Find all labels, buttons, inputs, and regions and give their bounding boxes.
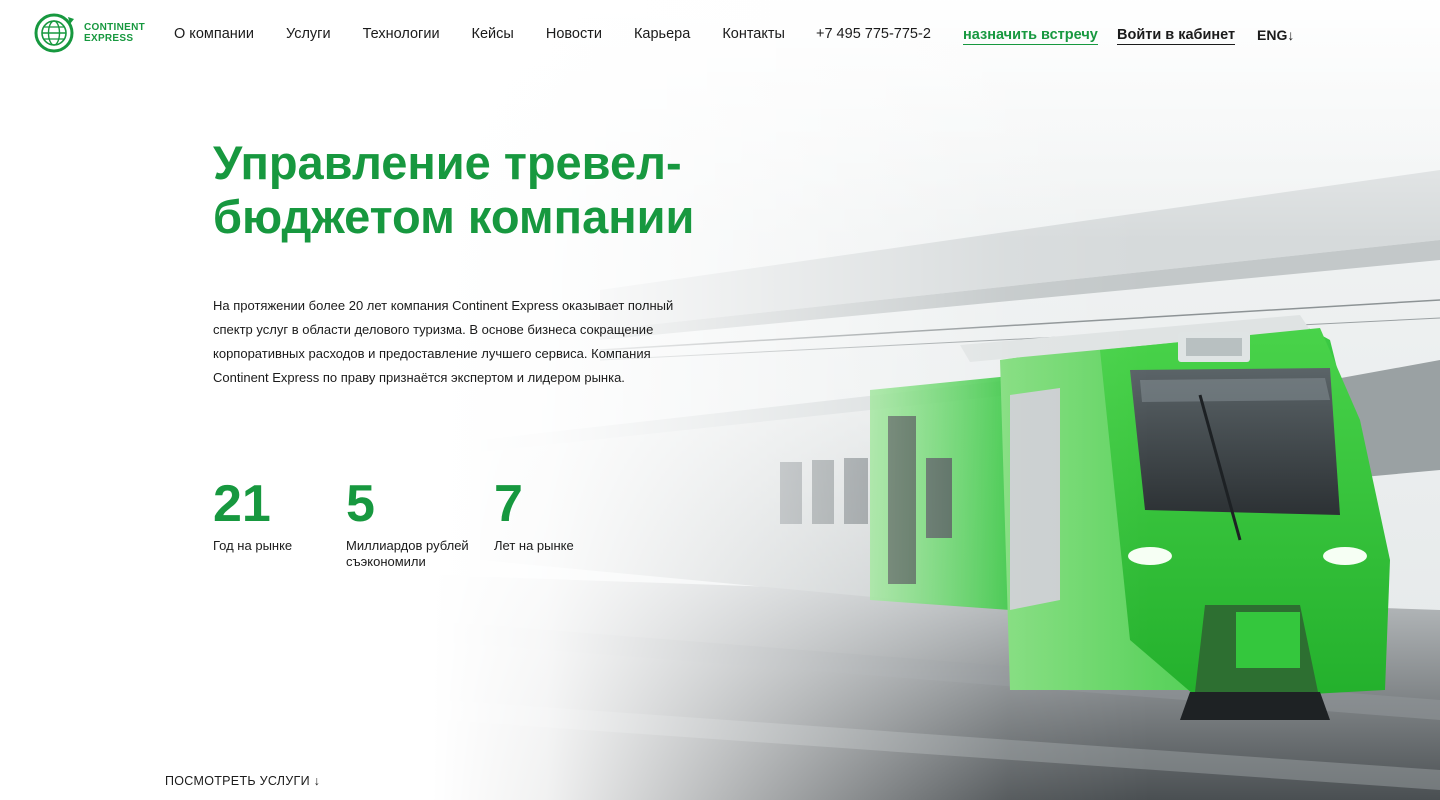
nav-item-about[interactable]: О компании <box>174 26 254 42</box>
login-link[interactable]: Войти в кабинет <box>1117 27 1236 45</box>
logo-line-2: EXPRESS <box>84 33 134 44</box>
schedule-meeting-link[interactable]: назначить встречу <box>963 27 1098 45</box>
hero-section: Управление тревел- бюджетом компании На … <box>213 136 773 390</box>
globe-logo-icon <box>34 13 74 53</box>
logo-line-1: CONTINENT <box>84 22 146 33</box>
nav-item-career[interactable]: Карьера <box>634 26 690 42</box>
nav-item-services[interactable]: Услуги <box>286 26 331 42</box>
nav-item-technologies[interactable]: Технологии <box>363 26 440 42</box>
hero-description: На протяжении более 20 лет компания Cont… <box>213 298 674 385</box>
train-illustration <box>0 0 1440 800</box>
nav-item-cases[interactable]: Кейсы <box>472 26 514 42</box>
logo[interactable]: CONTINENT EXPRESS <box>32 12 145 54</box>
stat-value: 21 <box>213 475 271 533</box>
stat-years-on-market: 21 Год на рынке <box>213 472 346 570</box>
stats-row: 21 Год на рынке 5 Миллиардов рублей съэк… <box>213 472 614 570</box>
phone-link[interactable]: +7 495 775-775-2 <box>816 26 931 42</box>
language-switch[interactable]: ENG↓ <box>1257 27 1294 43</box>
logo-wordmark: CONTINENT EXPRESS <box>84 22 145 44</box>
stat-value: 5 <box>346 475 375 533</box>
stat-label: Миллиардов рублей съэкономили <box>346 538 469 569</box>
hero-title-line-1: Управление тревел- <box>213 136 682 189</box>
hero-title: Управление тревел- бюджетом компании <box>213 136 773 244</box>
site-header: CONTINENT EXPRESS О компании Услуги Техн… <box>0 0 1440 70</box>
view-services-link[interactable]: ПОСМОТРЕТЬ УСЛУГИ ↓ <box>165 774 320 788</box>
stat-years-active: 7 Лет на рынке <box>494 472 614 570</box>
stat-label: Год на рынке <box>213 538 293 553</box>
hero-title-line-2: бюджетом компании <box>213 190 695 243</box>
stat-billions-saved: 5 Миллиардов рублей съэкономили <box>346 472 494 570</box>
stat-value: 7 <box>494 475 523 533</box>
main-nav: О компании Услуги Технологии Кейсы Новос… <box>174 26 817 42</box>
nav-item-news[interactable]: Новости <box>546 26 602 42</box>
nav-item-contacts[interactable]: Контакты <box>722 26 785 42</box>
stat-label: Лет на рынке <box>494 538 574 553</box>
hero-background-image <box>0 0 1440 800</box>
